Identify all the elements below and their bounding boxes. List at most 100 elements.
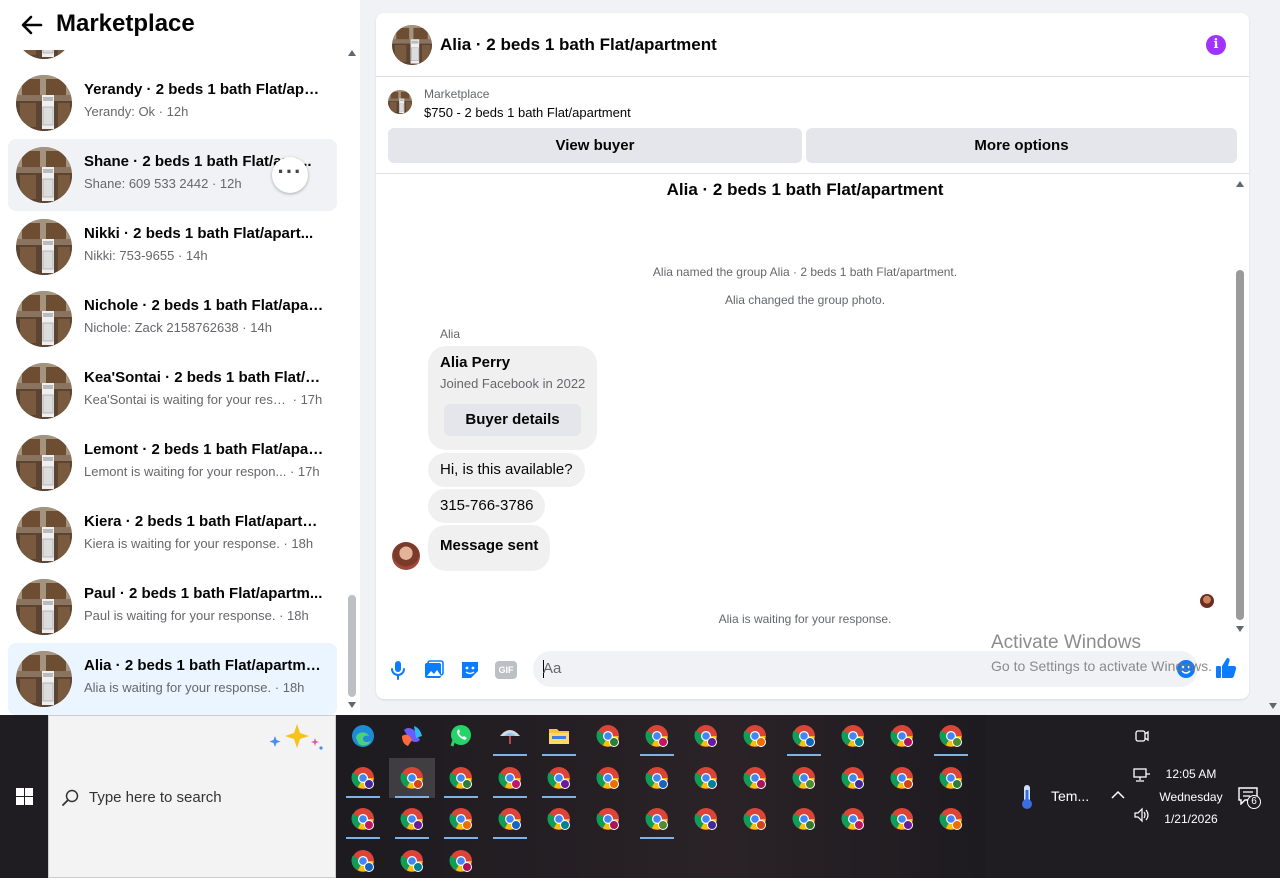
scroll-down-arrow-icon[interactable] [1236, 626, 1244, 632]
chrome-profile-icon[interactable] [928, 716, 974, 756]
notification-count-badge: 6 [1247, 795, 1261, 809]
conversation-name: Alia · 2 beds 1 bath Flat/apartme... [84, 657, 324, 674]
listing-thumbnail[interactable] [388, 90, 412, 114]
conversation-row[interactable]: Nikki · 2 beds 1 bath Flat/apart... Nikki… [8, 211, 337, 283]
chrome-profile-icon[interactable] [389, 799, 435, 839]
chrome-profile-icon[interactable] [634, 758, 680, 798]
more-options-button[interactable]: More options [806, 128, 1237, 163]
chrome-profile-icon[interactable] [683, 799, 729, 839]
thread-scrollbar[interactable] [1234, 174, 1247, 636]
start-button[interactable] [0, 715, 48, 878]
chrome-profile-icon[interactable] [928, 758, 974, 798]
chrome-profile-icon[interactable] [781, 758, 827, 798]
network-icon[interactable] [1133, 768, 1151, 783]
sticker-icon[interactable] [459, 659, 481, 681]
scroll-up-arrow-icon[interactable] [348, 50, 356, 56]
chrome-icon [596, 766, 619, 789]
whatsapp-icon[interactable] [438, 716, 484, 756]
message-bubble[interactable]: Hi, is this available? [428, 453, 585, 487]
copilot-icon[interactable] [389, 716, 435, 756]
chrome-profile-icon[interactable] [732, 758, 778, 798]
chrome-profile-icon[interactable] [879, 799, 925, 839]
message-bubble[interactable]: Message sent [428, 525, 551, 571]
more-options-icon[interactable]: ··· [272, 157, 308, 193]
conversation-row[interactable]: Alia · 2 beds 1 bath Flat/apartme... Alia… [8, 643, 337, 715]
chrome-profile-icon[interactable] [438, 758, 484, 798]
conversation-row[interactable]: Lemont · 2 beds 1 bath Flat/apar... Lemon… [8, 427, 337, 499]
app-umbrella-icon[interactable] [487, 716, 533, 756]
chat-title[interactable]: Alia · 2 beds 1 bath Flat/apartment [440, 35, 717, 55]
conversation-row[interactable]: Kea'Sontai · 2 beds 1 bath Flat/a... Kea'… [8, 355, 337, 427]
conversation-row[interactable]: Nichole · 2 beds 1 bath Flat/apar... Nich… [8, 283, 337, 355]
conversation-row[interactable]: Yerandy · 2 beds 1 bath Flat/apa... Yeran… [8, 67, 337, 139]
clock-date[interactable]: 1/21/2026 [1160, 812, 1222, 826]
chrome-profile-icon[interactable] [879, 758, 925, 798]
chrome-profile-icon[interactable] [585, 716, 631, 756]
microphone-icon[interactable] [387, 659, 409, 681]
chrome-icon [743, 808, 766, 830]
chrome-profile-icon[interactable] [879, 716, 925, 756]
info-icon[interactable]: i [1206, 35, 1226, 55]
thermometer-icon[interactable] [1019, 784, 1035, 810]
group-avatar[interactable] [392, 25, 432, 65]
message-bubble[interactable]: 315-766-3786 [428, 489, 546, 523]
conversation-row[interactable]: Shane · 2 beds 1 bath Flat/apa... Shane: … [8, 139, 337, 211]
volume-icon[interactable] [1133, 807, 1151, 823]
chrome-profile-icon[interactable] [536, 799, 582, 839]
chrome-icon [743, 766, 766, 789]
back-arrow-icon[interactable] [20, 13, 44, 37]
conversation-row[interactable]: Paul · 2 beds 1 bath Flat/apartm... Paul … [8, 571, 337, 643]
taskbar-search-box[interactable]: Type here to search [48, 715, 336, 878]
chrome-profile-icon[interactable] [781, 799, 827, 839]
chrome-profile-icon[interactable] [732, 716, 778, 756]
meet-now-icon[interactable] [1134, 728, 1150, 744]
chrome-profile-icon[interactable] [487, 758, 533, 798]
chrome-profile-icon[interactable] [536, 758, 582, 798]
snippet-text: Shane: 609 533 2442 [84, 176, 209, 191]
chrome-profile-icon[interactable] [683, 716, 729, 756]
chrome-profile-icon[interactable] [683, 758, 729, 798]
chrome-profile-icon[interactable] [732, 799, 778, 839]
photo-icon[interactable] [423, 659, 445, 681]
chrome-profile-icon[interactable] [928, 799, 974, 839]
view-buyer-button[interactable]: View buyer [388, 128, 802, 163]
chrome-profile-icon[interactable] [389, 757, 435, 798]
chrome-profile-icon[interactable] [634, 799, 680, 839]
chrome-icon [939, 725, 962, 747]
edge-browser-icon[interactable] [340, 716, 386, 756]
chevron-up-icon[interactable] [1111, 789, 1125, 801]
chrome-profile-icon[interactable] [830, 716, 876, 756]
scroll-down-arrow-icon[interactable] [1269, 703, 1277, 709]
sender-avatar[interactable] [392, 542, 420, 570]
file-explorer-icon[interactable] [536, 716, 582, 756]
scroll-up-arrow-icon[interactable] [1236, 181, 1244, 187]
chrome-profile-icon[interactable] [389, 841, 435, 878]
page-title: Marketplace [56, 10, 195, 37]
chrome-profile-icon[interactable] [487, 799, 533, 839]
buyer-details-button[interactable]: Buyer details [444, 404, 581, 436]
chrome-profile-icon[interactable] [830, 799, 876, 839]
scroll-down-arrow-icon[interactable] [348, 702, 356, 708]
chrome-profile-icon[interactable] [585, 758, 631, 798]
page-scrollbar[interactable] [1266, 0, 1280, 715]
conversation-list-scrollbar[interactable] [347, 50, 357, 710]
chrome-profile-icon[interactable] [438, 841, 484, 878]
thumbs-up-icon[interactable] [1214, 656, 1238, 680]
clock-time[interactable]: 12:05 AM [1160, 767, 1222, 781]
chrome-profile-icon[interactable] [830, 758, 876, 798]
gif-icon[interactable]: GIF [495, 661, 517, 679]
chrome-icon [400, 849, 423, 872]
listing-title[interactable]: $750 - 2 beds 1 bath Flat/apartment [424, 105, 631, 120]
weather-label[interactable]: Tem... [1051, 788, 1089, 804]
clock-day[interactable]: Wednesday [1156, 790, 1226, 804]
chrome-profile-icon[interactable] [340, 799, 386, 839]
conversation-row[interactable]: Kiera · 2 beds 1 bath Flat/apartm... Kier… [8, 499, 337, 571]
chrome-profile-icon[interactable] [585, 799, 631, 839]
chrome-profile-icon[interactable] [634, 716, 680, 756]
scrollbar-thumb[interactable] [348, 595, 356, 697]
chrome-profile-icon[interactable] [340, 758, 386, 798]
chrome-profile-icon[interactable] [438, 799, 484, 839]
scrollbar-thumb[interactable] [1236, 270, 1244, 620]
chrome-profile-icon[interactable] [781, 716, 827, 756]
chrome-profile-icon[interactable] [340, 841, 386, 878]
